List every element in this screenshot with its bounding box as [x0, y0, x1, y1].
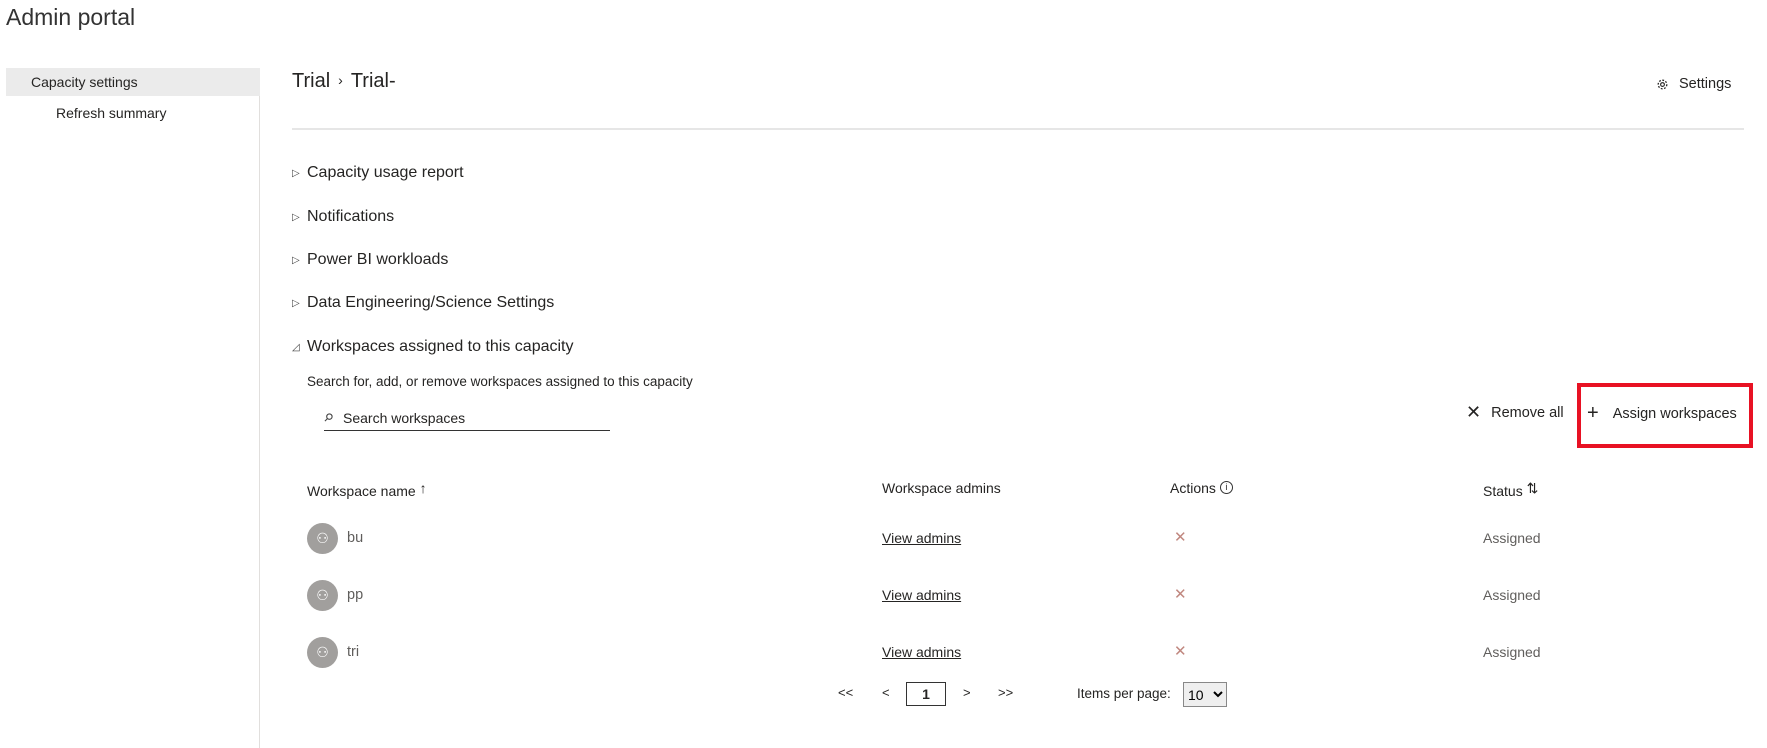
expand-triangle-icon: ▷	[292, 211, 300, 223]
section-data-engineering-settings[interactable]: ▷ Data Engineering/Science Settings	[292, 294, 554, 312]
section-label: Notifications	[307, 208, 395, 225]
breadcrumb: Trial › Trial-	[292, 70, 396, 93]
highlight-box	[1577, 383, 1753, 448]
section-label: Capacity usage report	[307, 164, 464, 181]
table-row: ⚇ pp View admins ✕ Assigned	[307, 575, 1747, 615]
search-workspaces-input[interactable]	[343, 409, 593, 426]
view-admins-link[interactable]: View admins	[882, 644, 961, 660]
expand-triangle-icon: ▷	[292, 254, 300, 266]
workspace-icon: ⚇	[307, 637, 338, 668]
settings-label: Settings	[1679, 76, 1732, 92]
remove-all-button[interactable]: ✕ Remove all	[1466, 402, 1564, 423]
view-admins-link[interactable]: View admins	[882, 530, 961, 546]
next-page-button[interactable]: >	[963, 685, 971, 700]
last-page-button[interactable]: >>	[998, 685, 1013, 700]
workspace-icon: ⚇	[307, 580, 338, 611]
column-header-actions: Actions i	[1170, 480, 1233, 496]
collapse-triangle-icon: ◿	[292, 341, 300, 353]
section-capacity-usage-report[interactable]: ▷ Capacity usage report	[292, 164, 464, 182]
section-label: Data Engineering/Science Settings	[307, 294, 555, 311]
section-description: Search for, add, or remove workspaces as…	[307, 374, 693, 389]
section-workspaces-assigned[interactable]: ◿ Workspaces assigned to this capacity	[292, 338, 574, 356]
column-header-workspace-name[interactable]: Workspace name ↑	[307, 480, 427, 499]
workspace-name: tri	[347, 644, 360, 660]
sort-icon: ⇅	[1526, 480, 1539, 496]
table-row: ⚇ bu View admins ✕ Assigned	[307, 518, 1747, 558]
column-header-status[interactable]: Status ⇅	[1483, 480, 1538, 499]
section-label: Workspaces assigned to this capacity	[307, 338, 574, 355]
sidebar-item-label: Capacity settings	[31, 74, 138, 90]
prev-page-button[interactable]: <	[882, 685, 890, 700]
breadcrumb-item-current: Trial-	[350, 70, 396, 92]
column-label: Workspace admins	[882, 480, 1001, 496]
info-icon[interactable]: i	[1219, 481, 1233, 494]
workspace-name: bu	[347, 530, 364, 546]
breadcrumb-item[interactable]: Trial	[292, 70, 330, 92]
workspace-name: pp	[347, 587, 364, 603]
status-text: Assigned	[1483, 587, 1541, 603]
column-label: Actions	[1170, 480, 1216, 496]
remove-workspace-icon[interactable]: ✕	[1174, 528, 1187, 546]
sidebar-item-label: Refresh summary	[56, 105, 167, 121]
section-power-bi-workloads[interactable]: ▷ Power BI workloads	[292, 251, 448, 269]
settings-button[interactable]: Settings	[1656, 76, 1731, 92]
remove-workspace-icon[interactable]: ✕	[1174, 585, 1187, 603]
section-notifications[interactable]: ▷ Notifications	[292, 208, 394, 226]
items-per-page-label: Items per page:	[1077, 686, 1171, 701]
search-box	[324, 405, 610, 431]
current-page[interactable]: 1	[906, 682, 946, 706]
column-header-workspace-admins: Workspace admins	[882, 480, 1001, 496]
divider	[292, 128, 1744, 130]
expand-triangle-icon: ▷	[292, 297, 300, 309]
workspace-icon: ⚇	[307, 523, 338, 554]
breadcrumb-separator: ›	[338, 72, 343, 88]
remove-all-label: Remove all	[1491, 404, 1564, 421]
table-row: ⚇ tri View admins ✕ Assigned	[307, 632, 1747, 672]
sidebar: Capacity settings Refresh summary	[0, 68, 260, 748]
section-label: Power BI workloads	[307, 251, 449, 268]
gear-icon	[1657, 79, 1668, 89]
first-page-button[interactable]: <<	[838, 685, 853, 700]
sort-ascending-icon: ↑	[419, 480, 427, 496]
sidebar-item-capacity-settings[interactable]: Capacity settings	[6, 68, 260, 96]
status-text: Assigned	[1483, 644, 1541, 660]
column-label: Workspace name	[307, 483, 416, 499]
items-per-page-select[interactable]: 10	[1183, 682, 1227, 707]
view-admins-link[interactable]: View admins	[882, 587, 961, 603]
status-text: Assigned	[1483, 530, 1541, 546]
column-label: Status	[1483, 483, 1523, 499]
search-icon	[324, 413, 333, 422]
app-title: Admin portal	[6, 4, 136, 30]
sidebar-item-refresh-summary[interactable]: Refresh summary	[6, 99, 260, 127]
close-icon: ✕	[1466, 402, 1482, 422]
remove-workspace-icon[interactable]: ✕	[1174, 642, 1187, 660]
expand-triangle-icon: ▷	[292, 167, 300, 179]
